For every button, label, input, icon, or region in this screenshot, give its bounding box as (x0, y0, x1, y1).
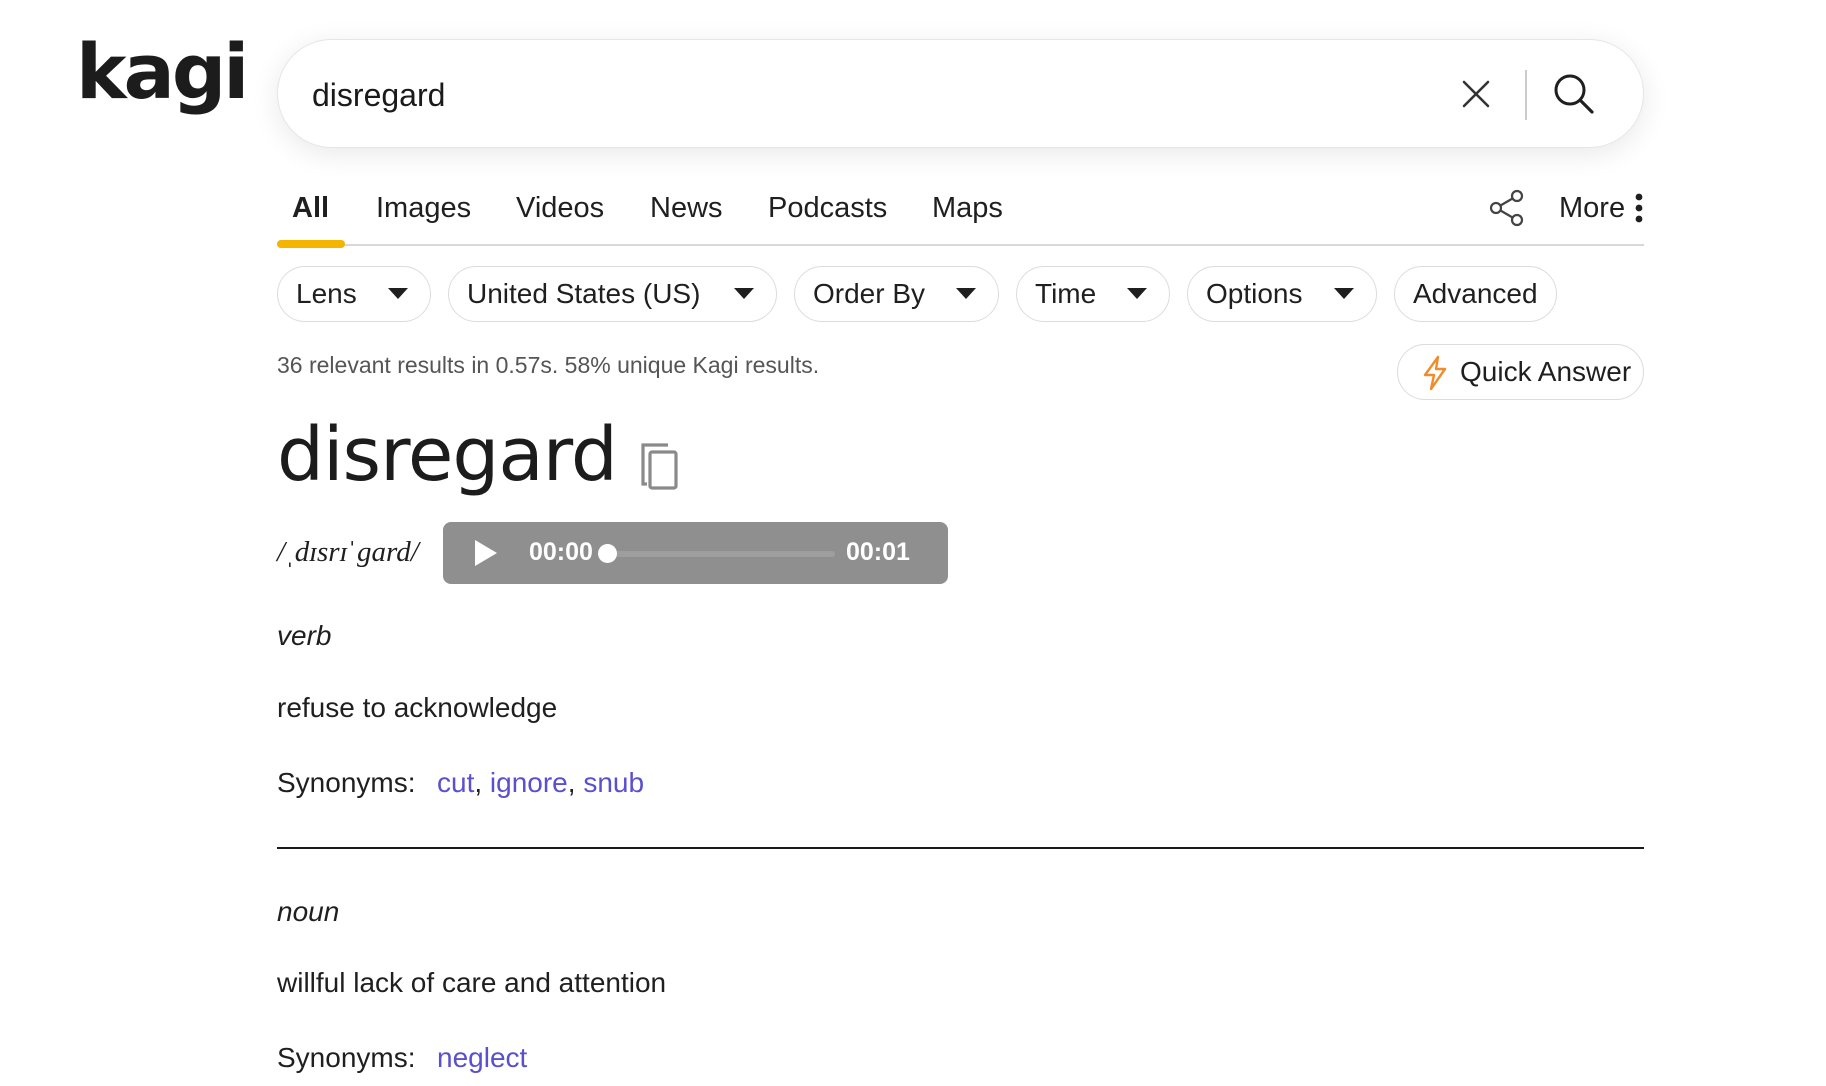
tab-all[interactable]: All (292, 192, 329, 225)
close-icon (1462, 80, 1490, 108)
synonyms-row: Synonyms: neglect (277, 1042, 527, 1074)
filter-time[interactable]: Time (1016, 266, 1170, 322)
share-button[interactable] (1487, 188, 1527, 228)
quick-answer-label: Quick Answer (1460, 356, 1632, 387)
filter-label: Options (1206, 278, 1303, 309)
search-icon (1554, 74, 1594, 114)
total-time: 00:01 (846, 538, 910, 566)
copy-icon (641, 443, 678, 490)
part-of-speech: noun (277, 896, 340, 927)
synonym-link[interactable]: snub (583, 767, 644, 798)
filter-advanced[interactable]: Advanced (1394, 266, 1557, 322)
tab-maps[interactable]: Maps (932, 192, 1003, 225)
quick-answer-button[interactable]: Quick Answer (1397, 344, 1644, 400)
tab-images[interactable]: Images (376, 192, 471, 225)
synonyms-row: Synonyms: cut, ignore, snub (277, 767, 645, 798)
more-button[interactable]: More (1559, 192, 1625, 225)
filter-lens[interactable]: Lens (277, 266, 431, 322)
audio-progress-thumb[interactable] (598, 544, 617, 563)
pronunciation: /ˌdɪsrɪˈgard/ (277, 536, 419, 568)
synonym-link[interactable]: ignore (490, 767, 568, 798)
search-divider (1525, 70, 1527, 120)
dictionary-word: disregard (277, 412, 618, 498)
results-stats: 36 relevant results in 0.57s. 58% unique… (277, 352, 820, 378)
tab-news[interactable]: News (650, 192, 723, 225)
caret-down-icon (1334, 288, 1354, 299)
search-bar (277, 39, 1644, 148)
filter-label: Order By (813, 278, 926, 309)
filter-label: Advanced (1413, 278, 1538, 309)
tab-videos[interactable]: Videos (516, 192, 604, 225)
search-results-page: kagi All Images Videos News Podcasts Map… (0, 0, 1826, 1086)
definition: refuse to acknowledge (277, 692, 558, 723)
play-icon (475, 540, 497, 566)
section-divider (277, 847, 1644, 849)
current-time: 00:00 (529, 538, 593, 566)
search-tabs: All Images Videos News Podcasts Maps Mor… (277, 188, 1644, 248)
copy-button[interactable] (638, 440, 682, 492)
search-input[interactable] (310, 68, 1414, 122)
synonyms-label: Synonyms: (277, 767, 416, 798)
synonym-link[interactable]: neglect (437, 1042, 527, 1073)
clear-search-button[interactable] (1456, 74, 1496, 114)
vertical-dots-icon[interactable] (1634, 193, 1644, 223)
caret-down-icon (1127, 288, 1147, 299)
share-icon (1489, 189, 1524, 227)
synonym-link[interactable]: cut (437, 767, 474, 798)
part-of-speech: verb (277, 620, 332, 651)
lightning-icon (1423, 355, 1447, 391)
search-button[interactable] (1550, 70, 1598, 118)
caret-down-icon (388, 288, 408, 299)
caret-down-icon (734, 288, 754, 299)
kagi-logo[interactable]: kagi (76, 34, 249, 110)
synonyms-label: Synonyms: (277, 1042, 416, 1073)
filter-region[interactable]: United States (US) (448, 266, 777, 322)
filter-label: Lens (296, 278, 357, 309)
definition: willful lack of care and attention (277, 967, 667, 998)
play-button[interactable] (471, 538, 499, 568)
audio-player: 00:00 00:01 (443, 522, 948, 584)
filter-options[interactable]: Options (1187, 266, 1377, 322)
filter-label: United States (US) (467, 278, 701, 309)
filter-label: Time (1035, 278, 1097, 309)
tab-podcasts[interactable]: Podcasts (768, 192, 887, 225)
audio-progress-track[interactable] (607, 551, 835, 557)
filter-order-by[interactable]: Order By (794, 266, 999, 322)
active-tab-indicator (277, 240, 345, 248)
caret-down-icon (956, 288, 976, 299)
